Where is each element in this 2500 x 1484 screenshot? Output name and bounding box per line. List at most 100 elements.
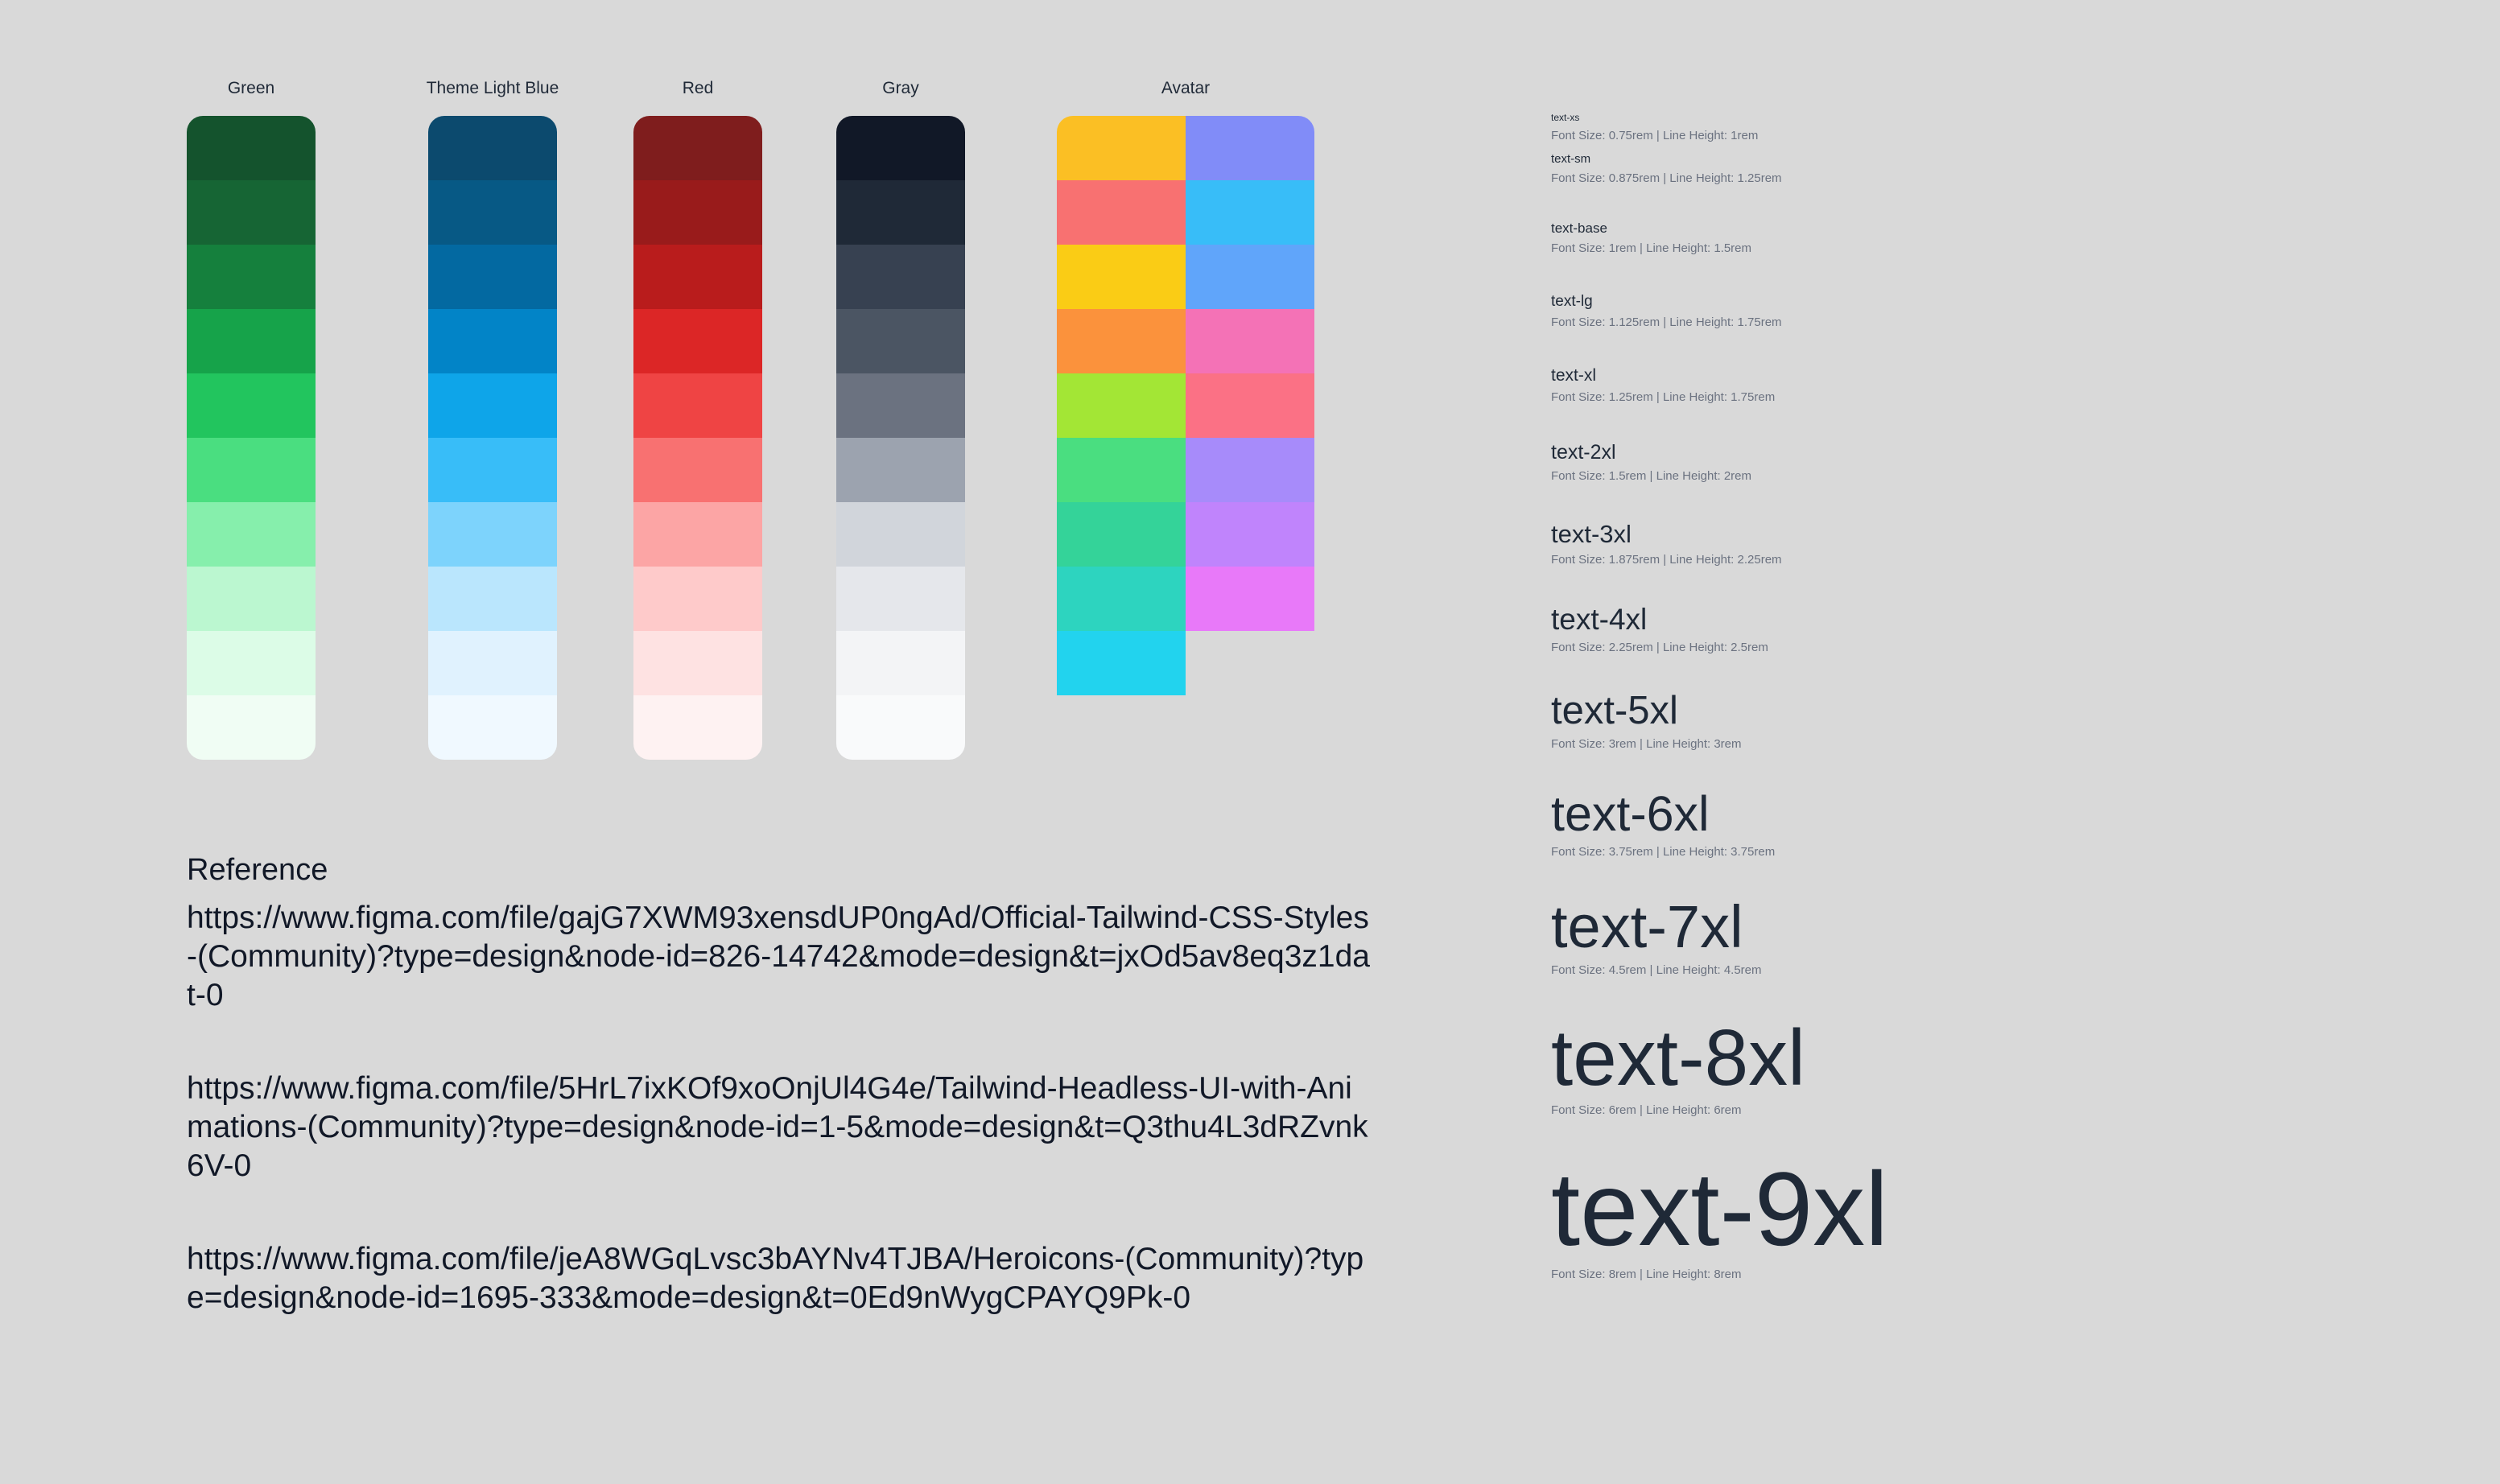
type-name: text-7xl (1551, 893, 1743, 960)
type-desc: Font Size: 1rem | Line Height: 1.5rem (1551, 241, 1752, 255)
type-name: text-lg (1551, 293, 1593, 310)
color-swatch (187, 180, 316, 245)
palette-red: Red (633, 76, 762, 760)
reference-section: Reference https://www.figma.com/file/gaj… (187, 853, 1378, 1372)
type-scale-item: text-lg Font Size: 1.125rem | Line Heigh… (1551, 294, 1888, 367)
color-swatch (428, 502, 557, 567)
color-swatch (836, 438, 965, 502)
color-swatch (633, 438, 762, 502)
type-name: text-2xl (1551, 441, 1616, 464)
reference-link[interactable]: https://www.figma.com/file/jeA8WGqLvsc3b… (187, 1240, 1378, 1317)
type-scale-item: text-base Font Size: 1rem | Line Height:… (1551, 221, 1888, 294)
color-swatch (1057, 309, 1186, 373)
type-name: text-sm (1551, 152, 1591, 166)
color-swatch (187, 567, 316, 631)
color-swatch (428, 567, 557, 631)
palette-title: Theme Light Blue (426, 79, 559, 97)
reference-link[interactable]: https://www.figma.com/file/5HrL7ixKOf9xo… (187, 1070, 1378, 1185)
color-swatch (187, 116, 316, 180)
type-scale-item: text-7xl Font Size: 4.5rem | Line Height… (1551, 897, 1888, 1018)
type-scale-item: text-6xl Font Size: 3.75rem | Line Heigh… (1551, 789, 1888, 897)
color-swatch (836, 373, 965, 438)
palette-title: Red (682, 79, 714, 97)
color-swatch (836, 631, 965, 695)
color-swatch (1186, 438, 1314, 502)
type-desc: Font Size: 1.5rem | Line Height: 2rem (1551, 469, 1752, 483)
color-swatch (1186, 180, 1314, 245)
color-swatch (1057, 245, 1186, 309)
color-swatch (1186, 245, 1314, 309)
palette-green: Green (187, 76, 316, 760)
color-swatch (633, 245, 762, 309)
color-swatch (428, 309, 557, 373)
color-swatch (633, 567, 762, 631)
color-swatch (836, 502, 965, 567)
type-name: text-8xl (1551, 1013, 1805, 1102)
color-swatch (633, 695, 762, 760)
color-swatch (187, 631, 316, 695)
type-name: text-5xl (1551, 689, 1678, 732)
color-swatch (1057, 502, 1186, 567)
color-swatch (187, 438, 316, 502)
color-swatch (428, 438, 557, 502)
type-name: text-base (1551, 221, 1607, 236)
color-swatch (836, 245, 965, 309)
type-desc: Font Size: 3rem | Line Height: 3rem (1551, 737, 1742, 751)
type-desc: Font Size: 6rem | Line Height: 6rem (1551, 1103, 1742, 1117)
palette-title: Gray (882, 79, 919, 97)
type-scale-item: text-4xl Font Size: 2.25rem | Line Heigh… (1551, 604, 1888, 691)
color-swatch (187, 502, 316, 567)
color-swatch (1057, 567, 1186, 631)
palette-theme-light-blue: Theme Light Blue (427, 76, 573, 760)
color-swatch (836, 567, 965, 631)
color-swatch (633, 309, 762, 373)
color-swatch (836, 309, 965, 373)
color-swatch (428, 373, 557, 438)
type-name: text-9xl (1551, 1150, 1889, 1268)
color-swatch (1186, 309, 1314, 373)
type-desc: Font Size: 0.75rem | Line Height: 1rem (1551, 129, 1759, 142)
color-swatch (187, 245, 316, 309)
color-swatch (187, 309, 316, 373)
reference-link[interactable]: https://www.figma.com/file/gajG7XWM93xen… (187, 899, 1378, 1015)
type-name: text-xs (1551, 112, 1580, 123)
color-swatch (633, 180, 762, 245)
type-name: text-4xl (1551, 603, 1648, 636)
swatch-column (187, 116, 316, 760)
palette-gray: Gray (836, 76, 965, 760)
avatar-grid (1057, 116, 1314, 695)
type-scale-item: text-sm Font Size: 0.875rem | Line Heigh… (1551, 153, 1888, 221)
type-desc: Font Size: 2.25rem | Line Height: 2.5rem (1551, 641, 1768, 654)
color-swatch (428, 180, 557, 245)
color-swatch (1057, 116, 1186, 180)
color-swatch (1186, 116, 1314, 180)
type-name: text-3xl (1551, 520, 1632, 548)
type-scale-item: text-3xl Font Size: 1.875rem | Line Heig… (1551, 521, 1888, 604)
type-name: text-6xl (1551, 786, 1710, 841)
type-scale-item: text-8xl Font Size: 6rem | Line Height: … (1551, 1018, 1888, 1156)
type-scale-item: text-2xl Font Size: 1.5rem | Line Height… (1551, 443, 1888, 521)
swatch-column (633, 116, 762, 760)
color-swatch (633, 502, 762, 567)
color-swatch (1057, 438, 1186, 502)
color-swatch (633, 631, 762, 695)
type-desc: Font Size: 1.25rem | Line Height: 1.75re… (1551, 390, 1776, 404)
color-swatch (187, 695, 316, 760)
color-swatch (428, 245, 557, 309)
color-swatch (1186, 502, 1314, 567)
swatch-column (428, 116, 557, 760)
type-desc: Font Size: 8rem | Line Height: 8rem (1551, 1268, 1742, 1281)
avatar-column-left (1057, 116, 1186, 695)
color-swatch (1057, 631, 1186, 695)
color-swatch (428, 631, 557, 695)
type-desc: Font Size: 1.875rem | Line Height: 2.25r… (1551, 553, 1782, 567)
type-desc: Font Size: 4.5rem | Line Height: 4.5rem (1551, 963, 1762, 977)
type-scale: text-xs Font Size: 0.75rem | Line Height… (1551, 113, 1888, 1281)
color-swatch (633, 116, 762, 180)
type-desc: Font Size: 3.75rem | Line Height: 3.75re… (1551, 845, 1776, 859)
color-swatch (187, 373, 316, 438)
avatar-column-right (1186, 116, 1314, 631)
type-scale-item: text-xs Font Size: 0.75rem | Line Height… (1551, 113, 1888, 153)
reference-title: Reference (187, 853, 328, 887)
color-swatch (836, 180, 965, 245)
